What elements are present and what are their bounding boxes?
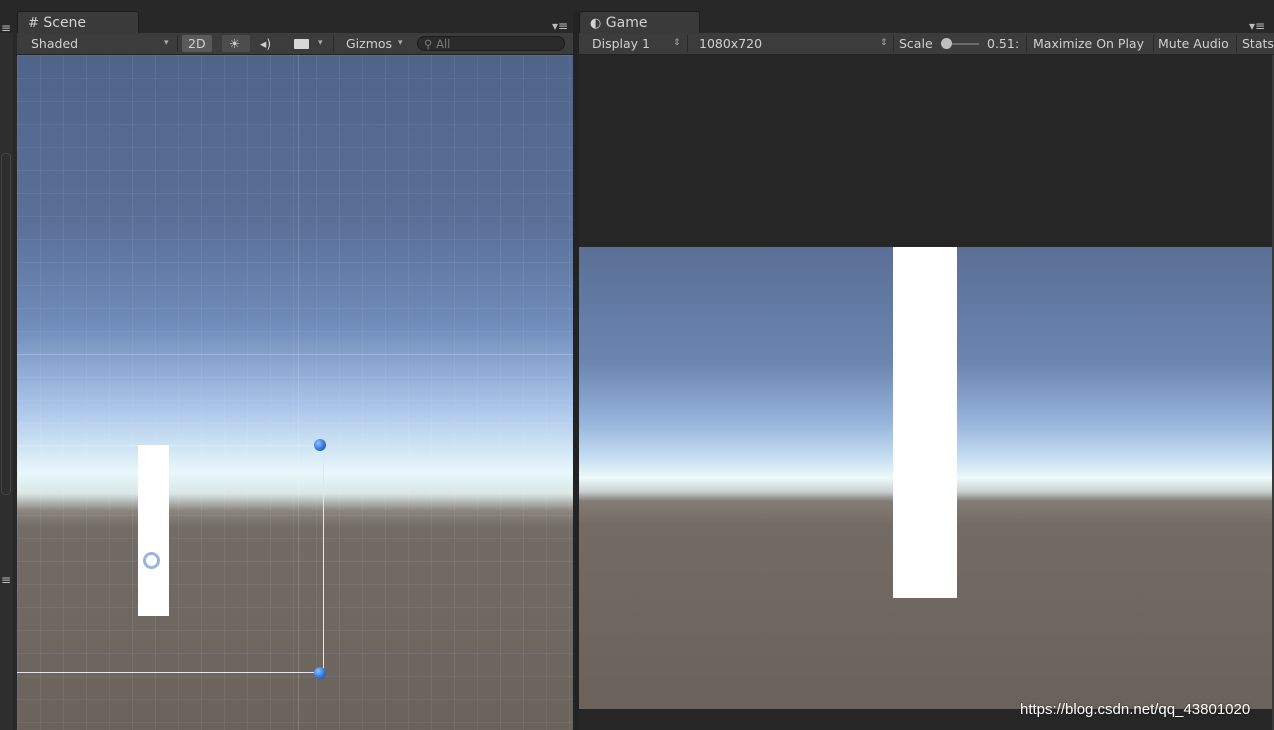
scale-separator-text: : bbox=[1015, 36, 1020, 51]
grid-icon: # bbox=[28, 16, 39, 31]
resolution-updown-icon: ⇕ bbox=[880, 38, 888, 48]
tab-game[interactable]: ◐ Game bbox=[579, 11, 700, 33]
mode-2d-button[interactable]: 2D bbox=[182, 35, 212, 52]
watermark-text: https://blog.csdn.net/qq_43801020 bbox=[1020, 701, 1251, 718]
gizmos-chevron-icon: ▾ bbox=[398, 38, 403, 48]
resolution-dropdown[interactable]: 1080x720 bbox=[699, 33, 762, 54]
divider bbox=[1153, 35, 1154, 52]
divider bbox=[177, 35, 178, 52]
scale-slider-thumb[interactable] bbox=[941, 38, 952, 49]
tab-game-label: Game bbox=[605, 15, 648, 31]
effects-chevron-icon[interactable]: ▾ bbox=[318, 33, 323, 54]
game-viewport[interactable] bbox=[579, 247, 1272, 709]
shading-mode-dropdown[interactable]: Shaded bbox=[31, 33, 78, 54]
game-toolbar: Display 1 ⇕ 1080x720 ⇕ Scale 0.51 : Maxi… bbox=[579, 33, 1274, 55]
game-tab-menu-icon[interactable]: ▾≡ bbox=[1249, 19, 1265, 33]
camera-frame bbox=[17, 445, 324, 673]
divider bbox=[687, 35, 688, 52]
maximize-on-play-toggle[interactable]: Maximize On Play bbox=[1033, 33, 1144, 54]
rect-handle-bottom[interactable] bbox=[314, 667, 326, 679]
mode-2d-label: 2D bbox=[188, 36, 206, 51]
audio-icon[interactable]: ◂) bbox=[260, 33, 271, 54]
left-panel-strip[interactable]: ≡ ≡ bbox=[0, 21, 13, 730]
chevron-down-icon: ▾ bbox=[164, 38, 169, 48]
divider bbox=[1236, 35, 1237, 52]
display-dropdown[interactable]: Display 1 bbox=[592, 33, 650, 54]
search-placeholder: All bbox=[436, 37, 451, 51]
rect-handle-top[interactable] bbox=[314, 439, 326, 451]
scrollbar[interactable] bbox=[1, 153, 11, 495]
sprite-object[interactable] bbox=[138, 445, 169, 616]
gizmos-dropdown[interactable]: Gizmos bbox=[346, 33, 392, 54]
display-updown-icon: ⇕ bbox=[673, 38, 681, 48]
pacman-icon: ◐ bbox=[590, 16, 602, 31]
pivot-icon[interactable] bbox=[143, 552, 160, 569]
divider bbox=[333, 35, 334, 52]
scene-toolbar: Shaded ▾ 2D ☀ ◂) ▾ Gizmos ▾ ⚲ All bbox=[17, 33, 573, 55]
lighting-toggle[interactable]: ☀ bbox=[222, 35, 250, 52]
effects-image-icon[interactable] bbox=[294, 39, 309, 49]
scene-viewport[interactable] bbox=[17, 55, 573, 730]
search-icon: ⚲ bbox=[424, 37, 433, 51]
panel-menu-icon-2[interactable]: ≡ bbox=[1, 573, 11, 587]
divider bbox=[893, 35, 894, 52]
tab-scene-label: Scene bbox=[43, 15, 87, 31]
divider bbox=[1026, 35, 1027, 52]
mute-audio-toggle[interactable]: Mute Audio bbox=[1158, 33, 1229, 54]
search-input[interactable]: ⚲ All bbox=[417, 36, 565, 51]
axis-line-horizontal bbox=[17, 354, 573, 355]
scene-tab-menu-icon[interactable]: ▾≡ bbox=[552, 19, 568, 33]
sun-icon: ☀ bbox=[229, 36, 241, 51]
game-sprite-object bbox=[893, 247, 957, 598]
scale-label: Scale bbox=[899, 36, 933, 51]
stats-toggle[interactable]: Stats bbox=[1242, 33, 1274, 54]
tab-scene[interactable]: # Scene bbox=[17, 11, 139, 33]
scale-value: 0.51 bbox=[987, 36, 1015, 51]
panel-menu-icon[interactable]: ≡ bbox=[1, 21, 11, 35]
